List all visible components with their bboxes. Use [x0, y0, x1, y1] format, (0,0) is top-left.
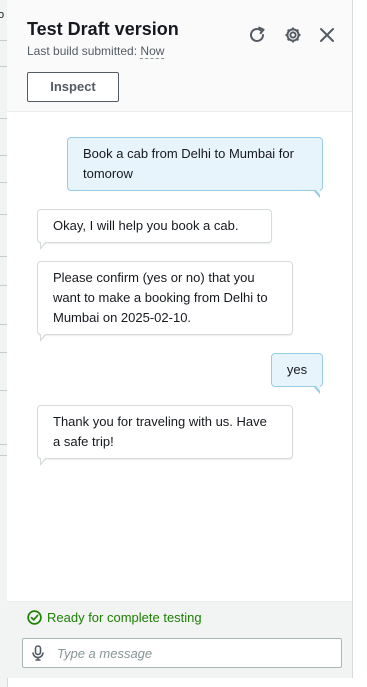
message-tail: [40, 333, 47, 342]
message-text: Please confirm (yes or no) that you want…: [53, 270, 268, 325]
background-divider: [0, 352, 7, 353]
inspect-button[interactable]: Inspect: [27, 72, 119, 102]
panel-footer: Ready for complete testing: [7, 601, 352, 678]
microphone-button[interactable]: [23, 639, 53, 667]
settings-button[interactable]: [282, 24, 304, 46]
bot-message: Okay, I will help you book a cab.: [37, 209, 272, 250]
build-status-line: Last build submitted: Now: [27, 44, 165, 59]
status-text: Ready for complete testing: [47, 610, 202, 625]
bot-message: Please confirm (yes or no) that you want…: [37, 261, 293, 342]
message-text: Book a cab from Delhi to Mumbai for tomo…: [83, 146, 294, 181]
background-divider: [0, 182, 7, 183]
message-tail: [313, 189, 320, 198]
background-divider: [0, 40, 7, 41]
user-message: Book a cab from Delhi to Mumbai for tomo…: [67, 137, 323, 198]
message-tail: [40, 457, 47, 466]
close-button[interactable]: [316, 24, 338, 46]
settings-icon: [285, 27, 301, 43]
message-input[interactable]: [53, 640, 341, 666]
background-divider: [0, 256, 7, 257]
background-divider: [0, 444, 7, 445]
message-input-box: [22, 638, 342, 668]
user-message: yes: [271, 353, 323, 394]
refresh-button[interactable]: [246, 24, 268, 46]
refresh-icon: [250, 26, 265, 42]
background-text-fragment: o: [0, 9, 4, 21]
microphone-icon: [32, 645, 44, 661]
success-check-icon: [27, 610, 42, 625]
bot-message: Thank you for traveling with us. Have a …: [37, 405, 293, 466]
build-status-label: Last build submitted:: [27, 44, 138, 58]
background-divider: [0, 155, 7, 156]
close-icon: [320, 28, 334, 42]
build-status-value[interactable]: Now: [140, 44, 165, 59]
message-text: Thank you for traveling with us. Have a …: [53, 414, 267, 449]
background-divider: [0, 214, 7, 215]
background-divider: [0, 390, 7, 391]
testing-status: Ready for complete testing: [27, 610, 202, 625]
background-divider: [0, 66, 7, 67]
message-tail: [40, 241, 47, 250]
panel-title: Test Draft version: [27, 19, 179, 39]
background-divider: [0, 285, 7, 286]
test-bot-screen: o Test Draft version Last build submitte…: [0, 0, 367, 687]
background-divider: [0, 324, 7, 325]
test-bot-panel: Test Draft version Last build submitted:…: [7, 0, 353, 678]
background-page-right: [354, 0, 367, 687]
message-tail: [313, 385, 320, 394]
background-divider: [0, 455, 7, 456]
message-text: yes: [286, 362, 308, 377]
panel-header: Test Draft version Last build submitted:…: [7, 0, 352, 112]
message-text: Okay, I will help you book a cab.: [53, 218, 239, 233]
background-divider: [0, 118, 7, 119]
